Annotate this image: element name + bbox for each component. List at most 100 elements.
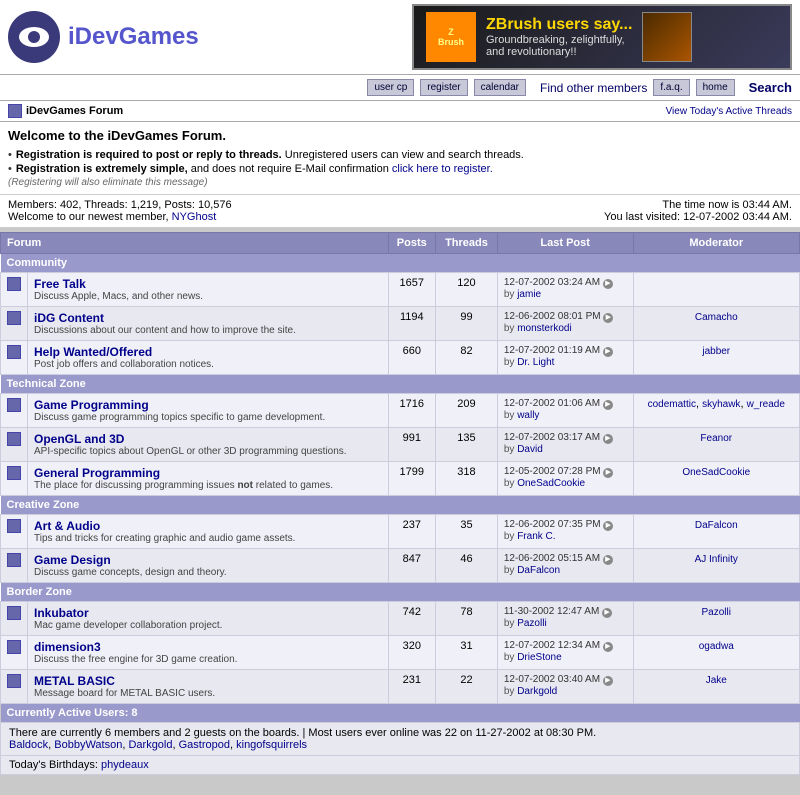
search-link[interactable]: Search [749,80,792,95]
forum-moderator-cell: OneSadCookie [633,462,799,496]
faq-button[interactable]: f.a.q. [653,79,689,96]
forum-name-link[interactable]: Game Design [34,553,111,567]
registering-note: (Registering will also eliminate this me… [8,177,792,188]
forum-name-link[interactable]: Art & Audio [34,519,100,533]
forum-mini-icon [7,466,21,480]
last-post: 11-30-2002 12:47 AM ▶ by Pazolli [504,606,627,629]
moderator-link[interactable]: jabber [702,346,730,357]
forum-name-link[interactable]: METAL BASIC [34,674,115,688]
active-user-link[interactable]: kingofsquirrels [236,739,307,751]
last-post-goto-icon[interactable]: ▶ [603,555,613,565]
forum-lastpost-cell: 12-06-2002 05:15 AM ▶ by DaFalcon [497,549,633,583]
moderator-link[interactable]: Camacho [695,312,738,323]
last-post-goto-icon[interactable]: ▶ [603,434,613,444]
last-post: 12-07-2002 01:19 AM ▶ by Dr. Light [504,345,627,368]
birthdays-row: Today's Birthdays: phydeaux [1,756,800,775]
home-button[interactable]: home [696,79,735,96]
forum-icon-cell [1,394,28,428]
last-post-goto-icon[interactable]: ▶ [603,676,613,686]
birthday-user-link[interactable]: phydeaux [101,759,149,771]
last-post-by-label: by [504,652,517,663]
forum-moderator-cell: DaFalcon [633,515,799,549]
active-user-link[interactable]: Baldock [9,739,48,751]
last-post-author-link[interactable]: Dr. Light [517,357,554,368]
last-post-by-label: by [504,357,517,368]
moderator-link[interactable]: w_reade [747,399,785,410]
forum-name-link[interactable]: Game Programming [34,398,149,412]
active-user-link[interactable]: Darkgold [128,739,172,751]
last-post-author-link[interactable]: wally [517,410,539,421]
last-post-goto-icon[interactable]: ▶ [603,313,613,323]
forum-desc: Discuss game concepts, design and theory… [34,567,382,578]
last-post-by-label: by [504,410,517,421]
last-post-author-link[interactable]: Pazolli [517,618,546,629]
forum-name-link[interactable]: dimension3 [34,640,101,654]
forum-threads-cell: 78 [436,602,498,636]
post-count: 10,576 [198,199,232,211]
notice-1-text: Registration is required to post or repl… [16,149,524,161]
forum-icon-cell [1,602,28,636]
forum-info-cell: General Programming The place for discus… [28,462,389,496]
forum-name-link[interactable]: General Programming [34,466,160,480]
last-post-author-link[interactable]: DrieStone [517,652,561,663]
moderator-link[interactable]: ogadwa [699,641,734,652]
forum-posts-cell: 847 [388,549,436,583]
forum-icon [8,104,22,118]
active-users-table: Currently Active Users: 8 There are curr… [0,704,800,775]
calendar-button[interactable]: calendar [474,79,526,96]
last-post-author-link[interactable]: monsterkodi [517,323,571,334]
table-row: Inkubator Mac game developer collaborati… [1,602,800,636]
forum-icon-cell [1,549,28,583]
last-post-goto-icon[interactable]: ▶ [603,400,613,410]
last-post-goto-icon[interactable]: ▶ [603,279,613,289]
last-post-goto-icon[interactable]: ▶ [603,521,613,531]
last-post-date: 12-07-2002 01:06 AM [504,398,600,409]
forum-posts-cell: 1194 [388,307,436,341]
moderator-link[interactable]: Feanor [700,433,732,444]
moderator-link[interactable]: skyhawk [702,399,740,410]
stats-bar: Members: 402, Threads: 1,219, Posts: 10,… [0,195,800,228]
forum-posts-cell: 320 [388,636,436,670]
table-row: iDG Content Discussions about our conten… [1,307,800,341]
active-threads-link[interactable]: View Today's Active Threads [666,106,792,117]
forum-name-link[interactable]: Help Wanted/Offered [34,345,152,359]
moderator-link[interactable]: Pazolli [702,607,731,618]
last-post-date: 12-05-2002 07:28 PM [504,466,601,477]
last-post-author-link[interactable]: OneSadCookie [517,478,585,489]
forum-name-link[interactable]: iDG Content [34,311,104,325]
last-post-author-link[interactable]: DaFalcon [517,565,560,576]
advertisement-banner[interactable]: ZBrush ZBrush users say... Groundbreakin… [412,4,792,70]
notice-1-bold: Registration is required to post or repl… [16,149,282,161]
forum-desc: Discuss game programming topics specific… [34,412,382,423]
moderator-link[interactable]: OneSadCookie [682,467,750,478]
usercp-button[interactable]: user cp [367,79,414,96]
active-user-link[interactable]: BobbyWatson [54,739,122,751]
last-post-goto-icon[interactable]: ▶ [603,347,613,357]
register-link[interactable]: click here to register. [392,163,493,175]
last-post-goto-icon[interactable]: ▶ [603,642,613,652]
table-row: OpenGL and 3D API-specific topics about … [1,428,800,462]
forum-threads-cell: 31 [436,636,498,670]
last-post-author-link[interactable]: jamie [517,289,541,300]
newest-member-link[interactable]: NYGhost [172,211,217,223]
forum-name-link[interactable]: OpenGL and 3D [34,432,124,446]
forum-info-cell: Art & Audio Tips and tricks for creating… [28,515,389,549]
forum-icon-cell [1,670,28,704]
moderator-link[interactable]: codemattic [648,399,696,410]
last-post-goto-icon[interactable]: ▶ [603,468,613,478]
forum-icon-cell [1,462,28,496]
last-post-author-link[interactable]: Frank C. [517,531,555,542]
register-button[interactable]: register [420,79,467,96]
forum-name-link[interactable]: Free Talk [34,277,86,291]
last-post-goto-icon[interactable]: ▶ [602,608,612,618]
moderator-link[interactable]: DaFalcon [695,520,738,531]
forum-info-cell: Help Wanted/Offered Post job offers and … [28,341,389,375]
moderator-link[interactable]: Jake [706,675,727,686]
last-post-author-link[interactable]: David [517,444,543,455]
forum-mini-icon [7,640,21,654]
banner-subtext1: Groundbreaking, zelightfully, [486,34,632,46]
forum-name-link[interactable]: Inkubator [34,606,89,620]
last-post-author-link[interactable]: Darkgold [517,686,557,697]
active-user-link[interactable]: Gastropod [179,739,230,751]
moderator-link[interactable]: AJ Infinity [695,554,738,565]
